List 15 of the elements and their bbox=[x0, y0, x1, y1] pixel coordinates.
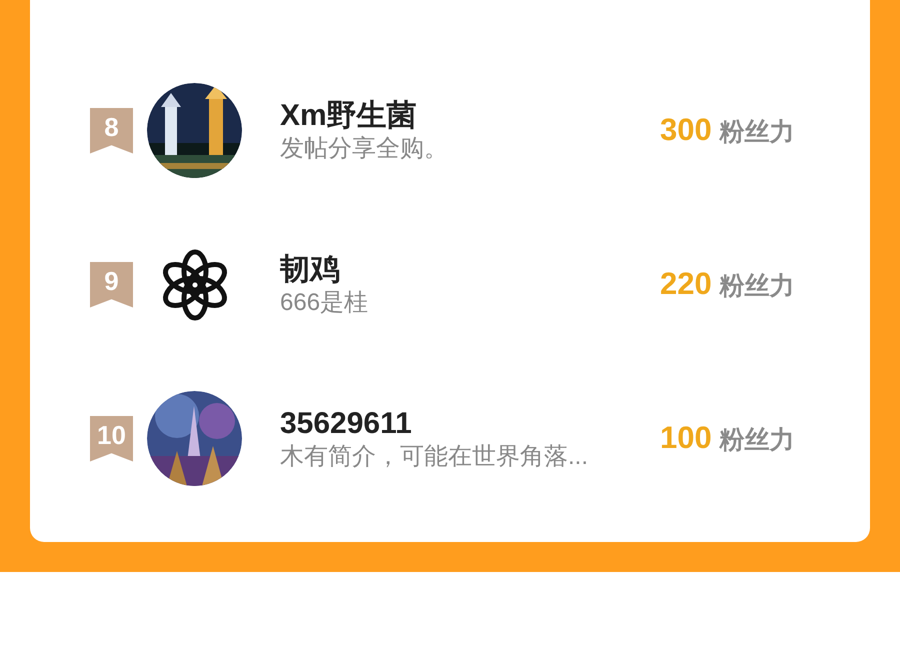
user-name: 韧鸡 bbox=[280, 252, 341, 288]
rank-ribbon: 9 bbox=[90, 262, 133, 308]
fan-score-unit: 粉丝力 bbox=[720, 271, 795, 302]
user-name: Xm野生菌 bbox=[280, 98, 418, 134]
fan-score: 300 bbox=[660, 111, 712, 150]
fan-score-unit: 粉丝力 bbox=[720, 425, 795, 456]
user-bio: 木有简介，可能在世界角落... bbox=[280, 442, 590, 472]
user-bio: 666是桂 bbox=[280, 288, 370, 318]
rank-ribbon: 8 bbox=[90, 108, 133, 154]
user-bio: 发帖分享全购。 bbox=[280, 134, 449, 164]
user-name: 35629611 bbox=[280, 406, 413, 442]
fan-score: 100 bbox=[660, 419, 712, 458]
rank-ribbon: 10 bbox=[90, 416, 133, 462]
fan-score: 220 bbox=[660, 265, 712, 304]
fan-score-unit: 粉丝力 bbox=[720, 117, 795, 148]
